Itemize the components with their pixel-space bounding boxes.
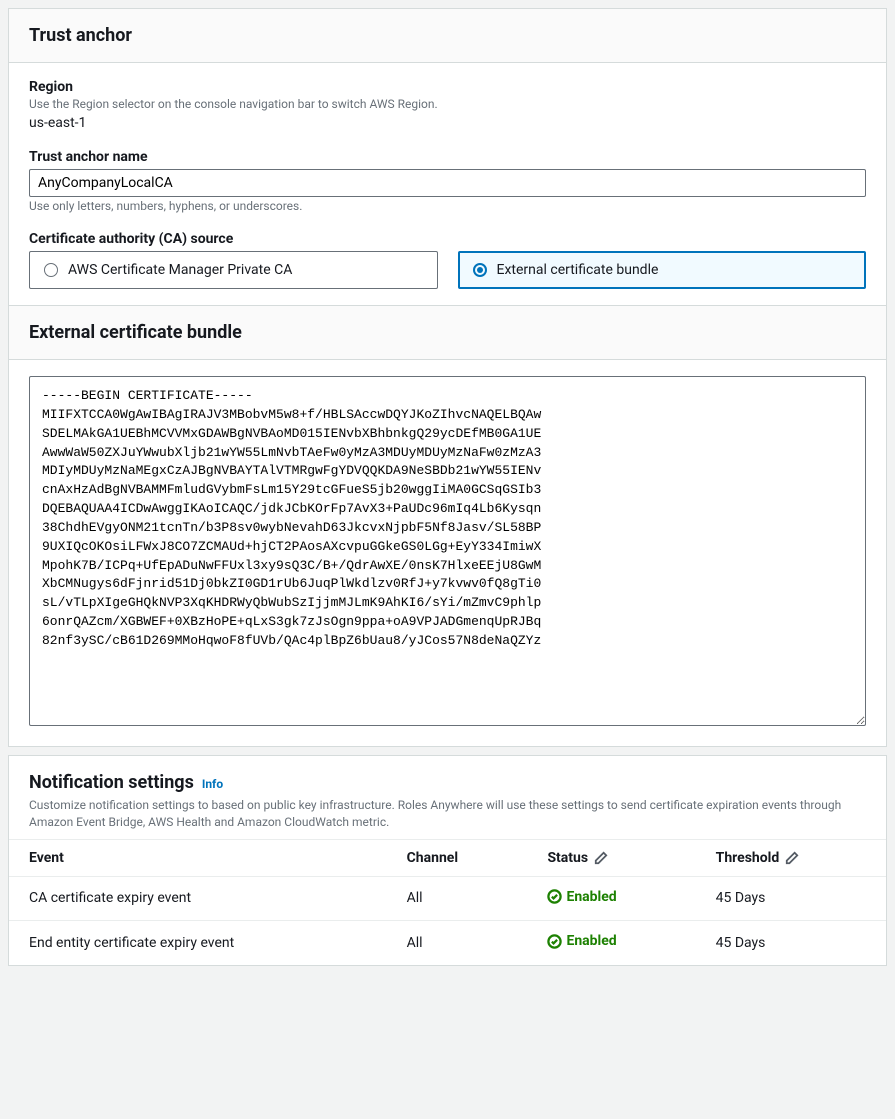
notification-description: Customize notification settings to based… xyxy=(29,797,866,831)
notification-title: Notification settings xyxy=(29,772,194,793)
notification-table-body: CA certificate expiry event All Enabled … xyxy=(9,876,886,965)
external-bundle-title: External certificate bundle xyxy=(29,322,866,343)
table-row: End entity certificate expiry event All … xyxy=(9,921,886,965)
ca-source-field: Certificate authority (CA) source AWS Ce… xyxy=(29,231,866,289)
cell-threshold: 45 Days xyxy=(696,921,886,965)
anchor-name-field: Trust anchor name Use only letters, numb… xyxy=(29,149,866,213)
table-header-row: Event Channel Status Threshold xyxy=(9,839,886,876)
certificate-bundle-textarea[interactable] xyxy=(29,376,866,726)
ca-source-tile-acm-label: AWS Certificate Manager Private CA xyxy=(68,262,292,278)
cell-event: CA certificate expiry event xyxy=(9,876,387,921)
external-bundle-body xyxy=(9,360,886,746)
anchor-name-label: Trust anchor name xyxy=(29,149,866,165)
radio-icon xyxy=(473,263,487,277)
col-status[interactable]: Status xyxy=(527,839,695,876)
trust-anchor-header: Trust anchor xyxy=(9,9,886,63)
ca-source-tile-external-label: External certificate bundle xyxy=(497,262,659,278)
info-link[interactable]: Info xyxy=(202,777,223,791)
check-circle-icon xyxy=(547,934,562,949)
ca-source-tile-external[interactable]: External certificate bundle xyxy=(458,251,867,289)
anchor-name-input[interactable] xyxy=(29,169,866,197)
notification-header: Notification settings Info Customize not… xyxy=(9,756,886,839)
cell-threshold: 45 Days xyxy=(696,876,886,921)
region-helper: Use the Region selector on the console n… xyxy=(29,97,866,111)
ca-source-label: Certificate authority (CA) source xyxy=(29,231,866,247)
cell-event: End entity certificate expiry event xyxy=(9,921,387,965)
col-event: Event xyxy=(9,839,387,876)
ca-source-tile-acm[interactable]: AWS Certificate Manager Private CA xyxy=(29,251,438,289)
radio-icon xyxy=(44,263,58,277)
region-field: Region Use the Region selector on the co… xyxy=(29,79,866,131)
anchor-name-helper: Use only letters, numbers, hyphens, or u… xyxy=(29,199,866,213)
ca-source-tiles: AWS Certificate Manager Private CA Exter… xyxy=(29,251,866,289)
edit-icon xyxy=(594,851,608,865)
notification-settings-card: Notification settings Info Customize not… xyxy=(8,755,887,966)
check-circle-icon xyxy=(547,889,562,904)
cell-status: Enabled xyxy=(527,921,695,965)
cell-channel: All xyxy=(387,876,528,921)
trust-anchor-body: Region Use the Region selector on the co… xyxy=(9,63,886,305)
region-value: us-east-1 xyxy=(29,115,866,131)
notification-table: Event Channel Status Threshold xyxy=(9,839,886,965)
region-label: Region xyxy=(29,79,866,95)
col-threshold[interactable]: Threshold xyxy=(696,839,886,876)
cell-status: Enabled xyxy=(527,876,695,921)
edit-icon xyxy=(785,851,799,865)
notification-table-head: Event Channel Status Threshold xyxy=(9,839,886,876)
trust-anchor-card: Trust anchor Region Use the Region selec… xyxy=(8,8,887,747)
external-bundle-header: External certificate bundle xyxy=(9,305,886,360)
trust-anchor-title: Trust anchor xyxy=(29,25,866,46)
table-row: CA certificate expiry event All Enabled … xyxy=(9,876,886,921)
col-channel: Channel xyxy=(387,839,528,876)
cell-channel: All xyxy=(387,921,528,965)
notification-title-row: Notification settings Info xyxy=(29,772,866,793)
